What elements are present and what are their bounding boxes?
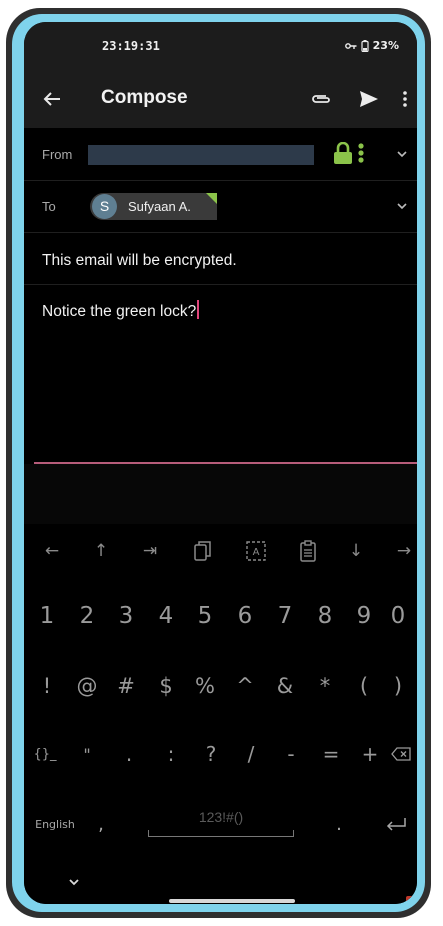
key-paste[interactable] [286, 529, 330, 573]
key-asterisk[interactable]: * [306, 664, 344, 708]
key-minus[interactable]: - [272, 732, 310, 776]
subject-text: This email will be encrypted. [42, 252, 237, 269]
space-label: 123!#() [198, 809, 244, 825]
key-7[interactable]: 7 [266, 594, 304, 638]
key-arrow-left[interactable]: ← [30, 529, 74, 573]
key-6[interactable]: 6 [226, 594, 264, 638]
keyboard-symbol-row: ! @ # $ % ^ & * ( ) [24, 664, 417, 708]
key-0[interactable]: 0 [379, 594, 417, 638]
key-quote[interactable]: " [68, 732, 106, 776]
encryption-status-dots-icon[interactable] [357, 143, 365, 163]
status-icons: 23% [344, 39, 399, 52]
key-backspace[interactable] [386, 732, 416, 776]
keyboard: ← ↑ ⇥ A ↓ → 1 2 3 4 5 6 7 8 9 0 ! @ # $ … [24, 464, 417, 904]
message-body-content: Notice the green lock? [42, 303, 197, 320]
hide-keyboard-chevron-icon[interactable] [66, 874, 82, 890]
copy-icon [194, 541, 211, 561]
key-equals[interactable]: = [312, 732, 350, 776]
avatar: S [92, 194, 117, 219]
keyboard-symbol-row-2: {}_ " . : ? / - = + [24, 732, 417, 776]
keyboard-bottom-row: English , 123!#() . [24, 802, 417, 848]
message-body-text: Notice the green lock? [42, 300, 200, 321]
key-close-paren[interactable]: ) [379, 664, 417, 708]
subject-field[interactable]: This email will be encrypted. [24, 232, 417, 285]
key-3[interactable]: 3 [107, 594, 145, 638]
key-space[interactable]: 123!#() [148, 802, 294, 848]
key-exclamation[interactable]: ! [28, 664, 66, 708]
from-account-redacted[interactable] [88, 145, 314, 165]
app-bar: Compose [24, 70, 417, 128]
select-all-icon: A [246, 541, 266, 561]
key-arrow-down[interactable]: ↓ [334, 529, 378, 573]
keyboard-number-row: 1 2 3 4 5 6 7 8 9 0 [24, 594, 417, 638]
key-arrow-up[interactable]: ↑ [79, 529, 123, 573]
key-plus[interactable]: + [351, 732, 389, 776]
key-tab[interactable]: ⇥ [128, 529, 172, 573]
gesture-nav-bar[interactable] [169, 899, 295, 903]
from-label: From [42, 147, 73, 162]
key-8[interactable]: 8 [306, 594, 344, 638]
encryption-indicator-corner [206, 193, 217, 204]
chevron-down-icon[interactable] [396, 200, 408, 212]
more-options-button[interactable] [398, 85, 412, 113]
key-arrow-right[interactable]: → [382, 529, 417, 573]
key-open-paren[interactable]: ( [345, 664, 383, 708]
recording-indicator [406, 896, 414, 904]
key-hash[interactable]: # [107, 664, 145, 708]
key-percent[interactable]: % [186, 664, 224, 708]
send-button[interactable] [355, 85, 383, 113]
key-caret[interactable]: ^ [226, 664, 264, 708]
more-vert-icon [403, 91, 407, 107]
key-9[interactable]: 9 [345, 594, 383, 638]
key-dollar[interactable]: $ [147, 664, 185, 708]
key-language[interactable]: English [32, 802, 78, 846]
key-4[interactable]: 4 [147, 594, 185, 638]
status-time: 23:19:31 [102, 39, 160, 53]
key-2[interactable]: 2 [68, 594, 106, 638]
status-bar: 23:19:31 23% [24, 22, 417, 70]
key-brackets[interactable]: {}_ [26, 732, 64, 776]
key-enter[interactable] [376, 802, 416, 846]
enter-icon [386, 818, 406, 831]
recipient-name: Sufyaan A. [128, 199, 191, 214]
key-1[interactable]: 1 [28, 594, 66, 638]
phone-screen: 23:19:31 23% Compose From To S Sufyaan A… [24, 22, 417, 904]
backspace-icon [391, 747, 411, 761]
page-title: Compose [101, 87, 188, 108]
svg-text:A: A [253, 547, 260, 558]
green-lock-icon[interactable] [333, 142, 353, 164]
attach-button[interactable] [307, 85, 335, 113]
key-at[interactable]: @ [68, 664, 106, 708]
key-5[interactable]: 5 [186, 594, 224, 638]
space-bar-icon [148, 830, 294, 837]
paperclip-icon [312, 95, 330, 103]
key-period[interactable]: . [110, 732, 148, 776]
key-question[interactable]: ? [192, 732, 230, 776]
key-ampersand[interactable]: & [266, 664, 304, 708]
send-icon [360, 91, 378, 107]
key-comma[interactable]: , [86, 802, 116, 846]
text-caret [197, 300, 200, 319]
key-slash[interactable]: / [232, 732, 270, 776]
battery-percent: 23% [372, 39, 399, 52]
from-row: From [24, 128, 417, 181]
key-colon[interactable]: : [152, 732, 190, 776]
key-select-all[interactable]: A [234, 529, 278, 573]
chevron-down-icon[interactable] [396, 148, 408, 160]
to-label: To [42, 199, 56, 214]
paste-icon [300, 540, 316, 562]
recipient-chip[interactable]: S Sufyaan A. [90, 193, 217, 220]
key-copy[interactable] [181, 529, 225, 573]
keyboard-suggestion-strip [24, 464, 417, 524]
arrow-back-icon [43, 92, 60, 106]
back-button[interactable] [38, 85, 66, 113]
battery-icon [361, 39, 369, 52]
keyboard-nav-row: ← ↑ ⇥ A ↓ → [24, 529, 417, 573]
message-body-field[interactable]: Notice the green lock? [24, 285, 417, 463]
key-period-bottom[interactable]: . [324, 802, 354, 846]
vpn-key-icon [344, 42, 357, 49]
to-row: To S Sufyaan A. [24, 180, 417, 233]
